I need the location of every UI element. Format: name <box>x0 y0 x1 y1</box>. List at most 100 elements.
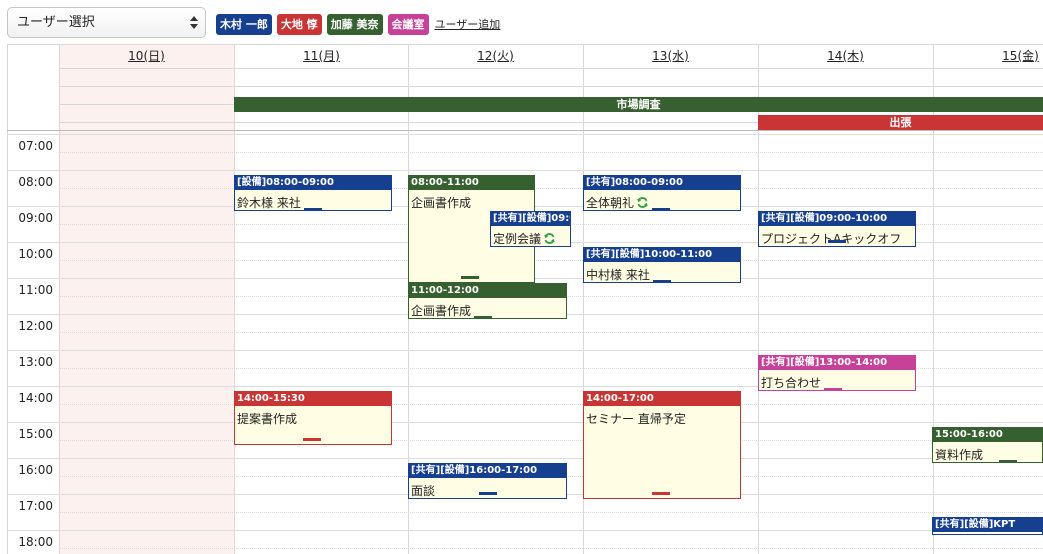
column-divider <box>59 44 60 554</box>
time-label: 13:00 <box>18 355 53 369</box>
event-title: プロジェクトAキックオフ <box>761 232 902 246</box>
event-nakamura-visit[interactable]: [共有][設備]10:00-11:00 中村様 来社 <box>583 247 741 283</box>
event-title: 全体朝礼 <box>584 190 740 210</box>
row-divider <box>59 68 1043 69</box>
event-time: 15:00-16:00 <box>933 428 1042 442</box>
event-title: 企画書作成 <box>409 298 566 318</box>
sunday-column <box>59 44 234 554</box>
owner-marker <box>479 492 497 495</box>
owner-marker <box>474 316 493 318</box>
event-time: [共有][設備]09:00-10:00 <box>759 212 915 226</box>
event-time: 14:00-17:00 <box>584 392 740 406</box>
event-time: [共有][設備]16:00-17:00 <box>409 464 566 478</box>
sync-icon <box>637 197 648 208</box>
event-discussion[interactable]: [共有][設備]13:00-14:00 打ち合わせ <box>758 355 916 391</box>
event-title: 打ち合わせ <box>759 370 915 390</box>
event-title: 面談 <box>411 484 436 498</box>
chevron-updown-icon <box>190 16 198 29</box>
toolbar: ユーザー選択 木村 一郎 大地 惇 加藤 美奈 会議室 ユーザー追加 <box>0 0 1043 44</box>
event-interview[interactable]: [共有][設備]16:00-17:00 面談 <box>408 463 567 499</box>
sync-icon <box>544 233 555 244</box>
user-chip-meeting-room[interactable]: 会議室 <box>387 13 429 35</box>
time-label: 09:00 <box>18 211 53 225</box>
event-time: 11:00-12:00 <box>409 284 566 298</box>
owner-marker <box>824 388 843 390</box>
time-label: 15:00 <box>18 427 53 441</box>
event-title: 資料作成 <box>933 442 1042 462</box>
event-proposal[interactable]: 14:00-15:30 提案書作成 <box>234 391 392 445</box>
time-label: 11:00 <box>18 283 53 297</box>
day-header[interactable]: 11(月) <box>234 44 409 68</box>
event-title: 企画書作成 <box>411 196 472 210</box>
time-label: 18:00 <box>18 535 53 549</box>
user-chip-daichi[interactable]: 大地 惇 <box>276 13 322 35</box>
owner-marker <box>828 240 846 243</box>
event-planning-doc-2[interactable]: 11:00-12:00 企画書作成 <box>408 283 567 319</box>
half-hour-line <box>59 548 1043 549</box>
column-divider <box>7 44 8 554</box>
hour-line <box>7 134 1043 135</box>
event-kpt[interactable]: [共有][設備]KPT <box>932 517 1043 535</box>
hour-line <box>7 170 1043 171</box>
time-label: 10:00 <box>18 247 53 261</box>
hour-line <box>7 458 1043 459</box>
week-calendar: 07:00 08:00 09:00 10:00 11:00 12:00 13:00 14:00… <box>7 44 1043 554</box>
event-suzuki-visit[interactable]: [設備]08:00-09:00 鈴木様 来社 <box>234 175 392 211</box>
hour-line <box>7 530 1043 531</box>
time-label: 16:00 <box>18 463 53 477</box>
owner-marker <box>303 438 321 441</box>
allday-event-market-research[interactable]: 市場調査 <box>234 97 1043 112</box>
event-title: 定例会議 <box>491 226 570 246</box>
event-time: [共有][設備]13:00-14:00 <box>759 356 915 370</box>
event-title: 鈴木様 来社 <box>235 190 391 210</box>
half-hour-line <box>59 188 1043 189</box>
event-project-kickoff[interactable]: [共有][設備]09:00-10:00 プロジェクトAキックオフ <box>758 211 916 247</box>
event-time: [共有]08:00-09:00 <box>584 176 740 190</box>
day-header[interactable]: 13(水) <box>583 44 758 68</box>
column-divider <box>234 44 235 554</box>
event-morning-assembly[interactable]: [共有]08:00-09:00 全体朝礼 <box>583 175 741 211</box>
row-divider <box>59 86 1043 87</box>
hour-line <box>7 422 1043 423</box>
user-chip-kato[interactable]: 加藤 美奈 <box>326 13 383 35</box>
owner-marker <box>999 460 1018 462</box>
owner-marker <box>652 208 671 210</box>
day-header[interactable]: 15(金) <box>933 44 1043 68</box>
event-title: セミナー 直帰予定 <box>586 412 686 426</box>
user-select-dropdown[interactable]: ユーザー選択 <box>7 7 206 38</box>
half-hour-line <box>59 152 1043 153</box>
hour-line <box>7 350 1043 351</box>
time-label: 17:00 <box>18 499 53 513</box>
user-chip-list: 木村 一郎 大地 惇 加藤 美奈 会議室 ユーザー追加 <box>216 13 500 35</box>
day-header[interactable]: 10(日) <box>59 44 234 68</box>
day-header[interactable]: 12(火) <box>408 44 583 68</box>
allday-event-business-trip[interactable]: 出張 <box>758 115 1043 130</box>
day-header[interactable]: 14(木) <box>758 44 933 68</box>
allday-separator <box>7 130 1043 131</box>
event-time: 14:00-15:30 <box>235 392 391 406</box>
time-label: 08:00 <box>18 175 53 189</box>
owner-marker <box>652 280 671 282</box>
half-hour-line <box>59 512 1043 513</box>
event-title: 提案書作成 <box>237 412 298 426</box>
owner-marker <box>652 492 670 495</box>
half-hour-line <box>59 440 1043 441</box>
half-hour-line <box>59 332 1043 333</box>
half-hour-line <box>59 404 1043 405</box>
owner-marker <box>303 208 322 210</box>
event-seminar[interactable]: 14:00-17:00 セミナー 直帰予定 <box>583 391 741 499</box>
time-label: 12:00 <box>18 319 53 333</box>
event-time: [設備]08:00-09:00 <box>235 176 391 190</box>
user-select-label: ユーザー選択 <box>17 15 95 30</box>
user-chip-kimura[interactable]: 木村 一郎 <box>216 13 272 35</box>
half-hour-line <box>59 260 1043 261</box>
event-time: [共有][設備]10:00-11:00 <box>584 248 740 262</box>
event-materials[interactable]: 15:00-16:00 資料作成 <box>932 427 1043 463</box>
event-time: 08:00-11:00 <box>409 176 534 190</box>
owner-marker <box>461 276 479 279</box>
event-time: [共有][設備]09:0 <box>491 212 570 226</box>
event-time: [共有][設備]KPT <box>933 518 1042 532</box>
time-label: 14:00 <box>18 391 53 405</box>
event-regular-meeting[interactable]: [共有][設備]09:0 定例会議 <box>490 211 571 247</box>
add-user-link[interactable]: ユーザー追加 <box>435 16 501 32</box>
